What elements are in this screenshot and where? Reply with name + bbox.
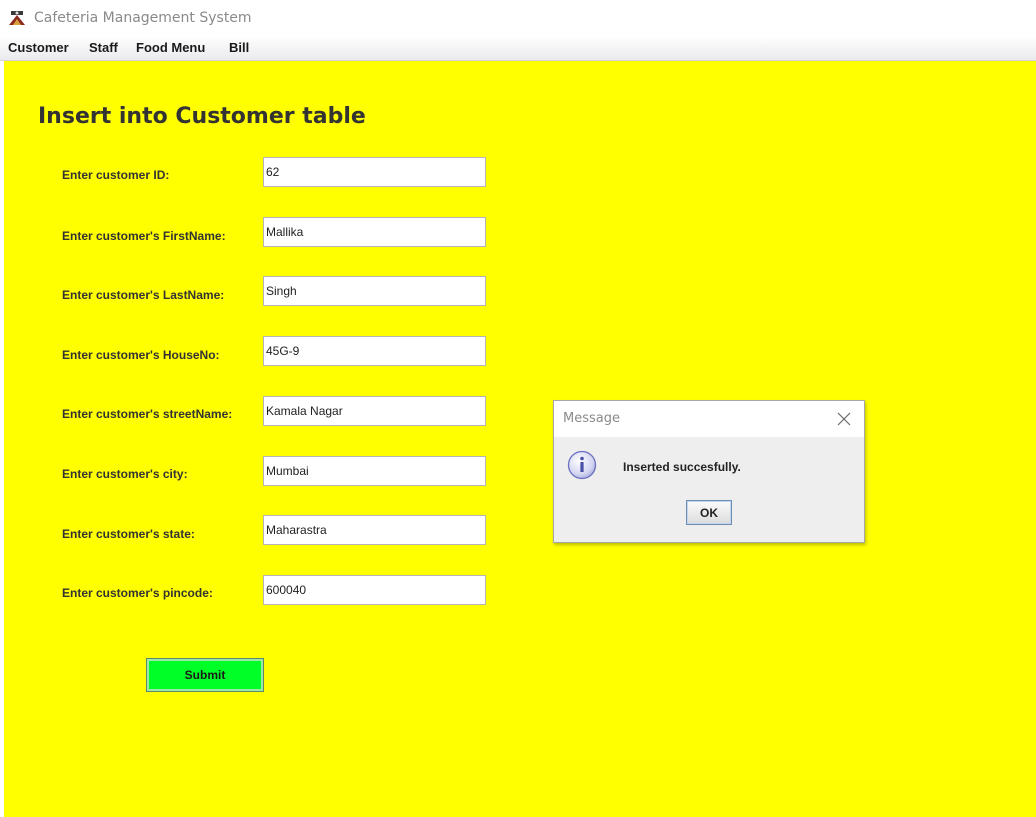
- info-icon: [567, 450, 597, 480]
- app-icon: [8, 9, 26, 26]
- street-name-label: Enter customer's streetName:: [62, 407, 233, 421]
- dialog-message: Inserted succesfully.: [623, 460, 741, 474]
- house-no-label: Enter customer's HouseNo:: [62, 348, 220, 362]
- city-input[interactable]: [263, 456, 486, 486]
- menu-bar: Customer Staff Food Menu Bill: [0, 36, 1036, 61]
- house-no-input[interactable]: [263, 336, 486, 366]
- customer-id-input[interactable]: [263, 157, 486, 187]
- city-label: Enter customer's city:: [62, 467, 188, 481]
- last-name-input[interactable]: [263, 276, 486, 306]
- street-name-input[interactable]: [263, 396, 486, 426]
- pincode-label: Enter customer's pincode:: [62, 586, 213, 600]
- dialog-title-bar: Message: [554, 401, 864, 437]
- window-title-bar: Cafeteria Management System: [0, 0, 1036, 36]
- message-dialog: Message Inserted succesfully. OK: [553, 400, 865, 543]
- customer-id-label: Enter customer ID:: [62, 168, 170, 182]
- close-icon[interactable]: [834, 409, 854, 429]
- menu-food-menu[interactable]: Food Menu: [136, 40, 205, 55]
- state-label: Enter customer's state:: [62, 527, 195, 541]
- page-title: Insert into Customer table: [38, 104, 366, 129]
- ok-button[interactable]: OK: [686, 500, 732, 525]
- first-name-label: Enter customer's FirstName:: [62, 229, 226, 243]
- pincode-input[interactable]: [263, 575, 486, 605]
- menu-staff[interactable]: Staff: [89, 40, 118, 55]
- menu-customer[interactable]: Customer: [8, 40, 69, 55]
- state-input[interactable]: [263, 515, 486, 545]
- dialog-title: Message: [563, 411, 620, 426]
- first-name-input[interactable]: [263, 217, 486, 247]
- last-name-label: Enter customer's LastName:: [62, 288, 225, 302]
- submit-button[interactable]: Submit: [146, 658, 264, 692]
- menu-bill[interactable]: Bill: [229, 40, 249, 55]
- window-title: Cafeteria Management System: [34, 10, 252, 26]
